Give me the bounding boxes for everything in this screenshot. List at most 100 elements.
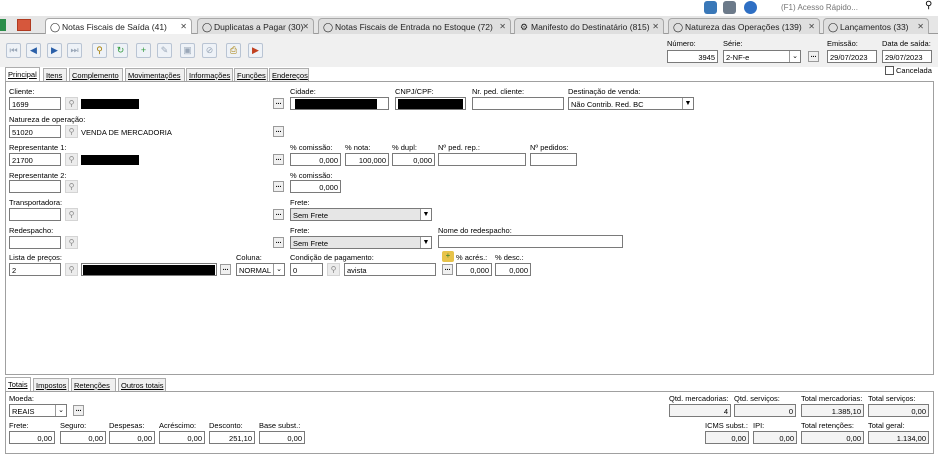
frete-select[interactable]: Sem Frete ▼ <box>290 208 432 221</box>
new-record-icon[interactable]: + <box>136 43 151 58</box>
rep1-search-icon[interactable]: ⚲ <box>65 153 78 166</box>
dashboard-icon[interactable] <box>17 19 31 31</box>
cliente-field[interactable]: 1699 <box>9 97 61 110</box>
rep2-search-icon[interactable]: ⚲ <box>65 180 78 193</box>
app-menu-icon[interactable] <box>0 19 6 31</box>
tab-enderecos[interactable]: Endereços <box>269 68 309 81</box>
moeda-lookup-button[interactable]: ... <box>73 405 84 416</box>
next-record-icon[interactable]: ▶ <box>47 43 62 58</box>
tab-totais[interactable]: Totais <box>5 377 31 391</box>
condicao-codigo-field[interactable]: 0 <box>290 263 323 276</box>
tab-natureza-operacoes[interactable]: ◯ Natureza das Operações (139) ✕ <box>668 18 820 34</box>
cidade-field[interactable] <box>290 97 389 110</box>
cliente-lookup-button[interactable]: ... <box>273 98 284 109</box>
print-icon[interactable]: ⎙ <box>226 43 241 58</box>
nome-redespacho-field[interactable] <box>438 235 623 248</box>
quick-access-input[interactable] <box>778 1 920 13</box>
cancelada-checkbox[interactable] <box>885 66 894 75</box>
transportadora-field[interactable] <box>9 208 61 221</box>
condicao-search-icon[interactable]: ⚲ <box>327 263 340 276</box>
tab-notas-entrada-estoque[interactable]: ◯ Notas Fiscais de Entrada no Estoque (72… <box>318 18 511 34</box>
natureza-search-icon[interactable]: ⚲ <box>65 125 78 138</box>
serie-select[interactable]: 2-NF-e ⌄ <box>723 50 801 63</box>
first-record-icon[interactable]: ⏮ <box>6 43 21 58</box>
despesas-field[interactable]: 0,00 <box>109 431 155 444</box>
rep2-field[interactable] <box>9 180 61 193</box>
tab-outros-totais[interactable]: Outros totais <box>118 378 166 391</box>
tab-principal[interactable]: Principal <box>5 67 40 81</box>
base-subst-field[interactable]: 0,00 <box>259 431 305 444</box>
comissao2-field[interactable]: 0,000 <box>290 180 341 193</box>
tab-funcoes[interactable]: Funções <box>234 68 268 81</box>
tab-impostos[interactable]: Impostos <box>33 378 69 391</box>
acres-field[interactable]: 0,000 <box>456 263 492 276</box>
tab-duplicatas-pagar[interactable]: ◯ Duplicatas a Pagar (30) ✕ <box>197 18 314 34</box>
tab-retencoes[interactable]: Retenções <box>71 378 116 391</box>
ped-cliente-field[interactable] <box>472 97 564 110</box>
close-icon[interactable]: ✕ <box>917 22 924 31</box>
cnpj-field[interactable] <box>395 97 466 110</box>
moeda-select[interactable]: REAIS ⌄ <box>9 404 67 417</box>
close-icon[interactable]: ✕ <box>808 22 815 31</box>
acrescimo-field[interactable]: 0,00 <box>159 431 205 444</box>
nota-field[interactable]: 100,000 <box>345 153 389 166</box>
condicao-lookup-button[interactable]: ... <box>442 264 453 275</box>
redespacho-search-icon[interactable]: ⚲ <box>65 236 78 249</box>
refresh-icon[interactable]: ↻ <box>113 43 128 58</box>
close-icon[interactable]: ✕ <box>499 22 506 31</box>
save-icon[interactable]: ▣ <box>180 43 195 58</box>
ped-rep-field[interactable] <box>438 153 526 166</box>
rep1-field[interactable]: 21700 <box>9 153 61 166</box>
coluna-select[interactable]: NORMAL ⌄ <box>236 263 285 276</box>
export-icon[interactable]: ▶ <box>248 43 263 58</box>
settings-icon[interactable] <box>723 1 736 14</box>
dupl-field[interactable]: 0,000 <box>392 153 435 166</box>
transportadora-lookup-button[interactable]: ... <box>273 209 284 220</box>
tab-manifesto-destinatario[interactable]: ⚙ Manifesto do Destinatário (815) ✕ <box>514 18 664 34</box>
comissao1-field[interactable]: 0,000 <box>290 153 341 166</box>
last-record-icon[interactable]: ⏭ <box>67 43 82 58</box>
tab-lancamentos[interactable]: ◯ Lançamentos (33) ✕ <box>823 18 929 34</box>
tab-itens[interactable]: Itens <box>43 68 67 81</box>
lista-lookup-button[interactable]: ... <box>220 264 231 275</box>
pedidos-field[interactable] <box>530 153 577 166</box>
tab-movimentacoes[interactable]: Movimentações <box>125 68 185 81</box>
cliente-search-icon[interactable]: ⚲ <box>65 97 78 110</box>
lista-field[interactable]: 2 <box>9 263 61 276</box>
rep2-lookup-button[interactable]: ... <box>273 181 284 192</box>
numero-field[interactable]: 3945 <box>667 50 718 63</box>
saida-date-field[interactable]: 29/07/2023 <box>882 50 932 63</box>
apps-icon[interactable] <box>704 1 717 14</box>
redespacho-field[interactable] <box>9 236 61 249</box>
total-geral-label: Total geral: <box>868 421 905 430</box>
coluna-label: Coluna: <box>236 253 262 262</box>
desc-field[interactable]: 0,000 <box>495 263 531 276</box>
close-icon[interactable]: ✕ <box>652 22 659 31</box>
total-geral-field: 1.134,00 <box>868 431 929 444</box>
serie-lookup-button[interactable]: ... <box>808 51 819 62</box>
cancel-icon[interactable]: ⊘ <box>202 43 217 58</box>
info-icon[interactable] <box>744 1 757 14</box>
add-condition-icon[interactable]: + <box>442 251 454 262</box>
tab-notas-fiscais-saida[interactable]: ◯ Notas Fiscais de Saída (41) ✕ <box>45 18 192 35</box>
search-record-icon[interactable]: ⚲ <box>92 43 107 58</box>
search-icon[interactable]: ⚲ <box>925 0 932 11</box>
frete2-select[interactable]: Sem Frete ▼ <box>290 236 432 249</box>
close-icon[interactable]: ✕ <box>180 22 187 31</box>
frete-total-field[interactable]: 0,00 <box>9 431 55 444</box>
destinacao-select[interactable]: Não Contrib. Red. BC ▼ <box>568 97 694 110</box>
tab-informacoes[interactable]: Informações <box>186 68 233 81</box>
desconto-field[interactable]: 251,10 <box>209 431 255 444</box>
close-icon[interactable]: ✕ <box>302 22 309 31</box>
lista-search-icon[interactable]: ⚲ <box>65 263 78 276</box>
redespacho-lookup-button[interactable]: ... <box>273 237 284 248</box>
natureza-lookup-button[interactable]: ... <box>273 126 284 137</box>
emissao-date-field[interactable]: 29/07/2023 <box>827 50 877 63</box>
seguro-field[interactable]: 0,00 <box>60 431 106 444</box>
previous-record-icon[interactable]: ◀ <box>26 43 41 58</box>
transportadora-search-icon[interactable]: ⚲ <box>65 208 78 221</box>
tab-complemento[interactable]: Complemento <box>69 68 123 81</box>
edit-record-icon[interactable]: ✎ <box>157 43 172 58</box>
natureza-codigo-field[interactable]: 51020 <box>9 125 61 138</box>
rep1-lookup-button[interactable]: ... <box>273 154 284 165</box>
